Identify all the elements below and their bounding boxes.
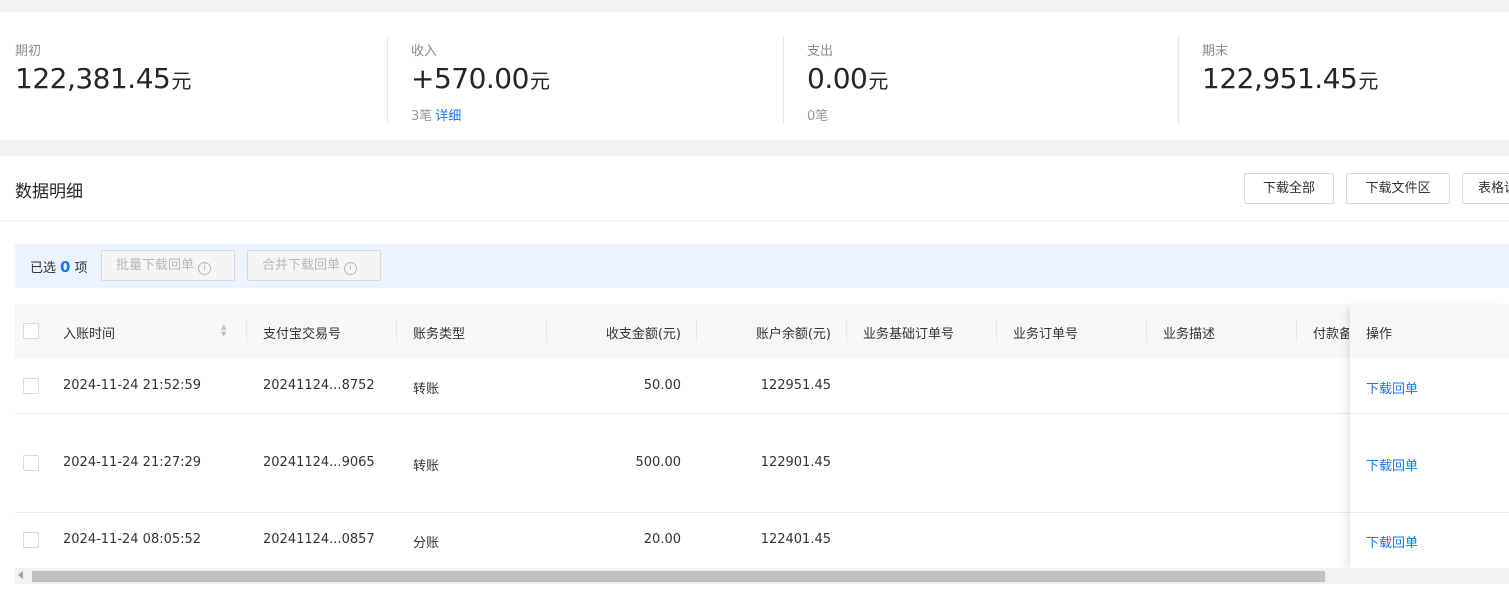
download-all-button[interactable]: 下载全部 [1244,173,1334,204]
stat-income-value: +570.00元 [411,62,550,95]
fixed-action-column-shadow [1350,304,1509,572]
col-order: 业务订单号 [1013,327,1079,342]
cell-balance: 122951.45 [760,378,831,393]
table-row: 2024-11-24 21:52:59 20241124...8752 转账 5… [15,358,1509,414]
cell-amount: 20.00 [643,532,681,547]
col-remark: 付款备注 [1313,327,1349,342]
stat-opening-label: 期初 [15,44,42,59]
select-all-checkbox[interactable] [23,323,39,339]
cell-trade-no: 20241124...8752 [263,378,375,393]
scrollbar-thumb[interactable] [32,571,1325,582]
column-divider [246,320,247,342]
divider [0,220,1509,221]
row-checkbox[interactable] [23,455,39,471]
cell-trade-no: 20241124...0857 [263,532,375,547]
stat-income-count: 3笔 详细 [411,109,462,124]
stat-closing-label: 期末 [1202,44,1229,59]
row-checkbox[interactable] [23,378,39,394]
divider [387,36,388,124]
cell-time: 2024-11-24 21:27:29 [63,455,202,470]
cell-type: 转账 [413,459,440,474]
stat-closing-value: 122,951.45元 [1202,62,1379,95]
table-row: 2024-11-24 21:27:29 20241124...9065 转账 5… [15,414,1509,513]
col-trade-no: 支付宝交易号 [263,327,342,342]
stat-expense-label: 支出 [807,44,834,59]
selection-bar: 已选 0 项 批量下载回单 i 合并下载回单 i [15,244,1509,288]
divider [783,36,784,124]
stat-income-label: 收入 [411,44,438,59]
cell-type: 转账 [413,382,440,397]
income-detail-link[interactable]: 详细 [435,109,461,124]
column-divider [546,320,547,342]
cell-balance: 122901.45 [760,455,831,470]
batch-download-button[interactable]: 批量下载回单 i [101,250,235,281]
column-divider [696,320,697,342]
col-amount: 收支金额(元) [605,327,681,342]
stat-expense-count: 0笔 [807,109,829,124]
stat-expense-value: 0.00元 [807,62,889,95]
col-time[interactable]: 入账时间 [63,323,115,342]
selection-count: 已选 0 项 [30,258,88,276]
divider [1178,36,1179,124]
column-divider [846,320,847,342]
info-icon: i [198,262,212,275]
table-header: 入账时间 ▲ ▼ 支付宝交易号 账务类型 收支金额(元) 账户余额(元) 业务基础… [15,304,1509,358]
table-row: 2024-11-24 08:05:52 20241124...0857 分账 2… [15,513,1509,569]
cell-amount: 500.00 [635,455,682,470]
cell-type: 分账 [413,536,440,551]
download-folder-button[interactable]: 下载文件区 [1346,173,1450,204]
col-desc: 业务描述 [1163,327,1216,342]
section-title: 数据明细 [15,182,83,202]
info-icon: i [344,262,358,275]
col-balance: 账户余额(元) [755,327,831,342]
col-base-order: 业务基础订单号 [863,327,955,342]
cell-amount: 50.00 [643,378,681,393]
scroll-left-arrow-icon[interactable] [18,571,23,579]
column-divider [396,320,397,342]
column-divider [1146,320,1147,342]
cell-balance: 122401.45 [760,532,831,547]
column-divider [1296,320,1297,342]
row-checkbox[interactable] [23,532,39,548]
cell-trade-no: 20241124...9065 [263,455,375,470]
merge-download-button[interactable]: 合并下载回单 i [247,250,381,281]
stat-opening-value: 122,381.45元 [15,62,192,95]
sort-icon[interactable]: ▲ ▼ [221,324,226,338]
cell-time: 2024-11-24 21:52:59 [63,378,202,393]
col-type: 账务类型 [413,327,466,342]
column-divider [996,320,997,342]
cell-time: 2024-11-24 08:05:52 [63,532,202,547]
table-settings-button[interactable]: 表格设置 [1462,173,1509,204]
detail-panel: 数据明细 下载全部 下载文件区 表格设置 已选0项 批量下载回单i 合并下载回单… [0,156,1509,589]
summary-panel: 期初 122,381.45元 收入 +570.00元 3笔 详细 支出 0.00元… [0,12,1509,140]
